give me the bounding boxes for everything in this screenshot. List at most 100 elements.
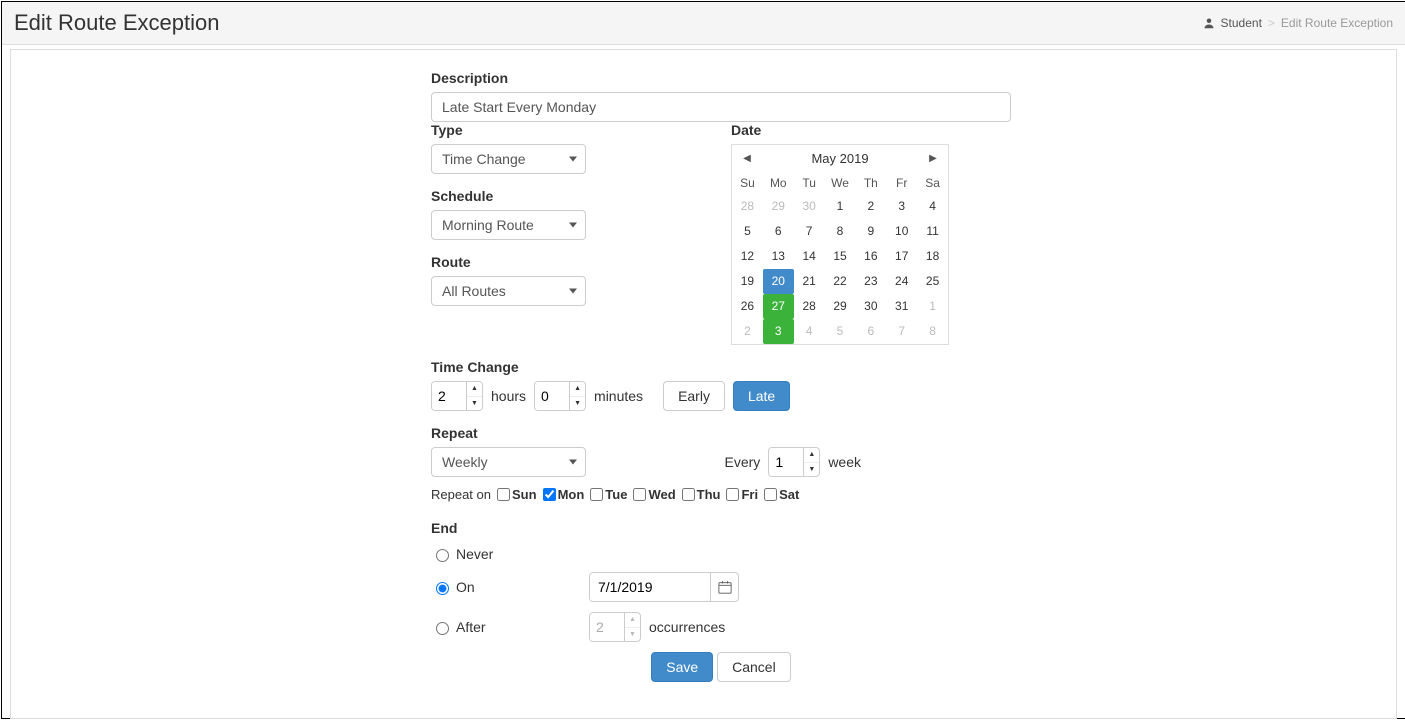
hours-spinner[interactable]: ▲ ▼ xyxy=(431,381,483,411)
calendar-day[interactable]: 28 xyxy=(732,194,763,219)
description-input[interactable] xyxy=(431,92,1011,122)
calendar-day[interactable]: 15 xyxy=(825,244,856,269)
every-down-button[interactable]: ▼ xyxy=(804,463,819,477)
calendar-day[interactable]: 11 xyxy=(917,219,948,244)
repeat-day-mon[interactable]: Mon xyxy=(543,487,585,502)
calendar-icon[interactable] xyxy=(710,573,738,601)
calendar-day[interactable]: 28 xyxy=(794,294,825,319)
end-on-date-field[interactable] xyxy=(589,572,739,602)
calendar-day[interactable]: 27 xyxy=(763,294,794,319)
repeat-day-checkbox[interactable] xyxy=(726,488,739,501)
breadcrumb-student-link[interactable]: Student xyxy=(1221,16,1262,30)
calendar-day[interactable]: 6 xyxy=(763,219,794,244)
calendar-day[interactable]: 23 xyxy=(855,269,886,294)
repeat-day-wed[interactable]: Wed xyxy=(633,487,675,502)
schedule-label: Schedule xyxy=(431,188,586,204)
every-spinner[interactable]: ▲ ▼ xyxy=(768,447,820,477)
end-after-input[interactable] xyxy=(590,613,624,641)
after-down-button[interactable]: ▼ xyxy=(625,628,640,642)
calendar-day[interactable]: 10 xyxy=(886,219,917,244)
calendar-day[interactable]: 6 xyxy=(855,319,886,344)
calendar-day[interactable]: 5 xyxy=(825,319,856,344)
calendar-day[interactable]: 1 xyxy=(825,194,856,219)
repeat-label: Repeat xyxy=(431,425,1011,441)
calendar-day[interactable]: 3 xyxy=(763,319,794,344)
calendar-day[interactable]: 16 xyxy=(855,244,886,269)
schedule-dropdown[interactable]: Morning Route xyxy=(431,210,586,240)
calendar-day[interactable]: 4 xyxy=(917,194,948,219)
calendar-day[interactable]: 13 xyxy=(763,244,794,269)
calendar-day[interactable]: 5 xyxy=(732,219,763,244)
end-never-radio[interactable] xyxy=(436,549,449,562)
breadcrumb: Student > Edit Route Exception xyxy=(1203,16,1393,30)
calendar-day[interactable]: 18 xyxy=(917,244,948,269)
calendar-day[interactable]: 25 xyxy=(917,269,948,294)
calendar-day[interactable]: 14 xyxy=(794,244,825,269)
repeat-day-checkbox[interactable] xyxy=(543,488,556,501)
repeat-day-label: Mon xyxy=(558,487,585,502)
cancel-button[interactable]: Cancel xyxy=(717,652,791,682)
repeat-dropdown[interactable]: Weekly xyxy=(431,447,586,477)
repeat-day-checkbox[interactable] xyxy=(764,488,777,501)
hours-down-button[interactable]: ▼ xyxy=(467,397,482,411)
calendar-day[interactable]: 8 xyxy=(825,219,856,244)
repeat-day-tue[interactable]: Tue xyxy=(590,487,627,502)
repeat-day-fri[interactable]: Fri xyxy=(726,487,758,502)
late-button[interactable]: Late xyxy=(733,381,790,411)
date-label: Date xyxy=(731,122,949,138)
end-after-radio[interactable] xyxy=(436,622,449,635)
calendar-day[interactable]: 2 xyxy=(732,319,763,344)
hours-input[interactable] xyxy=(432,382,466,410)
every-up-button[interactable]: ▲ xyxy=(804,448,819,463)
type-label: Type xyxy=(431,122,586,138)
repeat-day-label: Thu xyxy=(697,487,721,502)
calendar-day[interactable]: 24 xyxy=(886,269,917,294)
after-up-button[interactable]: ▲ xyxy=(625,613,640,628)
repeat-day-thu[interactable]: Thu xyxy=(682,487,721,502)
repeat-day-sat[interactable]: Sat xyxy=(764,487,799,502)
calendar-day[interactable]: 9 xyxy=(855,219,886,244)
calendar-day[interactable]: 30 xyxy=(855,294,886,319)
calendar-day[interactable]: 20 xyxy=(763,269,794,294)
repeat-dropdown-value: Weekly xyxy=(442,454,488,470)
repeat-day-label: Wed xyxy=(648,487,675,502)
calendar-day[interactable]: 26 xyxy=(732,294,763,319)
repeat-day-checkbox[interactable] xyxy=(682,488,695,501)
every-input[interactable] xyxy=(769,448,803,476)
calendar-prev-button[interactable]: ◀ xyxy=(740,153,754,164)
calendar-day[interactable]: 3 xyxy=(886,194,917,219)
calendar-day[interactable]: 30 xyxy=(794,194,825,219)
occurrences-label: occurrences xyxy=(649,619,725,635)
minutes-down-button[interactable]: ▼ xyxy=(570,397,585,411)
save-button[interactable]: Save xyxy=(651,652,713,682)
repeat-day-checkbox[interactable] xyxy=(590,488,603,501)
calendar-next-button[interactable]: ▶ xyxy=(926,153,940,164)
minutes-up-button[interactable]: ▲ xyxy=(570,382,585,397)
calendar-day[interactable]: 2 xyxy=(855,194,886,219)
minutes-spinner[interactable]: ▲ ▼ xyxy=(534,381,586,411)
calendar-day[interactable]: 22 xyxy=(825,269,856,294)
calendar-day[interactable]: 12 xyxy=(732,244,763,269)
end-on-date-input[interactable] xyxy=(590,573,710,601)
early-button[interactable]: Early xyxy=(663,381,725,411)
repeat-day-checkbox[interactable] xyxy=(497,488,510,501)
calendar-day[interactable]: 31 xyxy=(886,294,917,319)
minutes-input[interactable] xyxy=(535,382,569,410)
end-after-spinner[interactable]: ▲ ▼ xyxy=(589,612,641,642)
route-dropdown[interactable]: All Routes xyxy=(431,276,586,306)
calendar-day[interactable]: 19 xyxy=(732,269,763,294)
calendar-day[interactable]: 1 xyxy=(917,294,948,319)
calendar-day[interactable]: 17 xyxy=(886,244,917,269)
hours-up-button[interactable]: ▲ xyxy=(467,382,482,397)
repeat-day-checkbox[interactable] xyxy=(633,488,646,501)
type-dropdown[interactable]: Time Change xyxy=(431,144,586,174)
end-on-radio[interactable] xyxy=(436,582,449,595)
calendar-day[interactable]: 29 xyxy=(763,194,794,219)
repeat-day-sun[interactable]: Sun xyxy=(497,487,537,502)
calendar-day[interactable]: 8 xyxy=(917,319,948,344)
calendar-day[interactable]: 7 xyxy=(794,219,825,244)
calendar-day[interactable]: 7 xyxy=(886,319,917,344)
calendar-day[interactable]: 29 xyxy=(825,294,856,319)
calendar-day[interactable]: 21 xyxy=(794,269,825,294)
calendar-day[interactable]: 4 xyxy=(794,319,825,344)
